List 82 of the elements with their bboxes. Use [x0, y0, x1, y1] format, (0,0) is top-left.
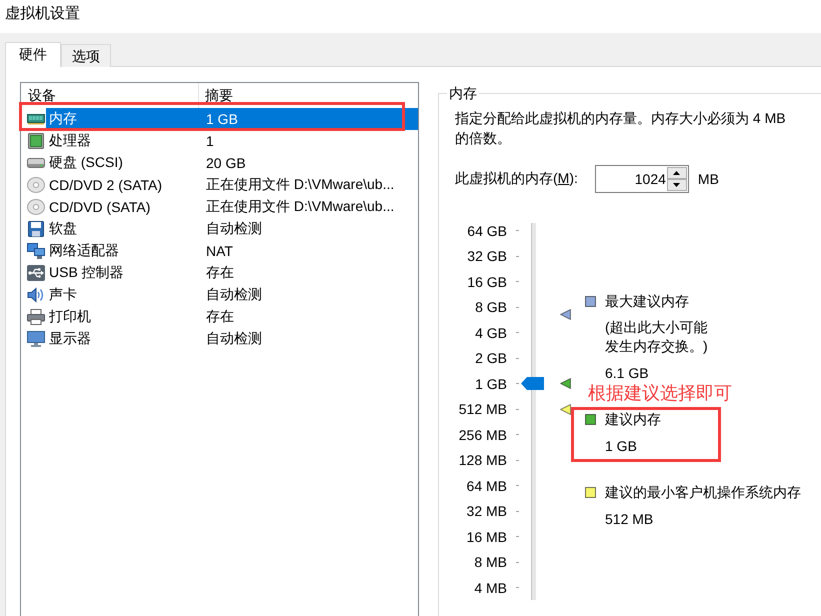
device-summary: NAT	[206, 243, 233, 259]
column-header[interactable]: 摘要	[199, 83, 418, 108]
device-summary: 自动检测	[206, 286, 262, 304]
tick-mark	[516, 306, 519, 308]
group-title: 内存	[448, 84, 478, 102]
device-summary: 正在使用文件 D:\VMware\ub...	[206, 176, 394, 194]
disc-icon	[27, 177, 45, 193]
tab[interactable]: 选项	[61, 44, 111, 67]
device-name: 声卡	[49, 286, 78, 304]
window-title: 虚拟机设置	[5, 4, 80, 24]
scale-label: 32 MB	[466, 503, 507, 520]
device-summary: 自动检测	[206, 330, 262, 348]
device-summary: 20 GB	[206, 155, 246, 171]
legend-label: 建议的最小客户机操作系统内存	[605, 483, 801, 502]
monitor-icon	[27, 331, 45, 347]
memory-chip-icon	[27, 111, 45, 127]
device-summary: 正在使用文件 D:\VMware\ub...	[206, 198, 394, 216]
device-name: 内存	[49, 110, 78, 128]
device-summary: 1 GB	[206, 111, 238, 127]
scale-label: 1 GB	[475, 376, 507, 392]
tick-mark	[516, 562, 519, 563]
device-summary: 存在	[206, 264, 234, 282]
column-header[interactable]: 设备	[21, 83, 199, 108]
legend-label: 建议内存	[605, 410, 661, 429]
device-name: CD/DVD 2 (SATA)	[49, 177, 164, 193]
scale-label: 512 MB	[458, 401, 507, 418]
scale-label: 2 GB	[475, 350, 507, 366]
scale-label: 8 GB	[475, 299, 507, 316]
scale-label: 4 GB	[475, 324, 507, 341]
legend-note: (超出此大小可能发生内存交换。)	[605, 318, 709, 356]
device-summary: 存在	[206, 308, 234, 326]
device-name: CD/DVD (SATA)	[49, 199, 152, 215]
device-row[interactable]: CD/DVD (SATA) 正在使用文件 D:\VMware\ub...	[21, 196, 418, 218]
disc-icon	[27, 199, 45, 215]
memory-size-label: 此虚拟机的内存(M):	[455, 170, 578, 188]
speaker-icon	[27, 287, 45, 303]
tick-mark	[516, 510, 519, 512]
tick-mark	[516, 460, 519, 461]
device-name: 硬盘 (SCSI)	[49, 154, 124, 172]
description-text: 指定分配给此虚拟机的内存量。内存大小必须为 4 MB 的倍数。	[455, 109, 787, 148]
device-summary: 1	[206, 133, 214, 149]
device-row[interactable]: CD/DVD 2 (SATA) 正在使用文件 D:\VMware\ub...	[21, 174, 418, 196]
slider-thumb[interactable]	[521, 377, 544, 390]
device-name: 打印机	[49, 308, 92, 326]
device-row[interactable]: 声卡 自动检测	[21, 284, 418, 306]
annotation-text: 根据建议选择即可	[588, 382, 732, 404]
device-row[interactable]: 硬盘 (SCSI) 20 GB	[21, 152, 418, 174]
scale-label: 256 MB	[458, 426, 507, 443]
legend-value: 512 MB	[605, 510, 654, 529]
device-name: USB 控制器	[49, 264, 125, 282]
legend-label: 最大建议内存	[605, 292, 689, 311]
device-row[interactable]: 显示器 自动检测	[21, 328, 418, 350]
device-row[interactable]: 处理器 1	[21, 130, 418, 152]
device-row[interactable]: 软盘 自动检测	[21, 218, 418, 240]
tick-mark	[516, 408, 519, 410]
scale-label: 16 MB	[466, 528, 507, 545]
scale-label: 64 GB	[467, 222, 507, 239]
legend-value: 1 GB	[605, 437, 637, 456]
tick-mark	[516, 256, 519, 257]
network-monitors-icon	[27, 243, 45, 259]
device-row[interactable]: USB 控制器 存在	[21, 262, 418, 284]
scale-label: 64 MB	[466, 478, 507, 494]
hard-drive-icon	[27, 155, 45, 171]
device-row[interactable]: 网络适配器 NAT	[21, 240, 418, 262]
device-row[interactable]: 打印机 存在	[21, 306, 418, 328]
tick-mark	[516, 358, 519, 359]
unit-label: MB	[698, 171, 719, 187]
device-name: 显示器	[49, 330, 92, 348]
device-name: 软盘	[49, 220, 78, 238]
device-summary: 自动检测	[206, 220, 262, 238]
device-name: 处理器	[49, 132, 92, 150]
printer-icon	[27, 309, 45, 325]
usb-icon	[27, 265, 45, 281]
scale-label: 128 MB	[458, 452, 507, 468]
legend-value: 6.1 GB	[605, 364, 649, 383]
tab[interactable]: 硬件	[5, 42, 61, 67]
scale-label: 4 MB	[474, 580, 507, 596]
device-name: 网络适配器	[49, 242, 120, 260]
processor-chip-icon	[27, 133, 45, 149]
scale-label: 32 GB	[467, 248, 507, 264]
scale-label: 8 MB	[474, 554, 507, 570]
scale-label: 16 GB	[467, 274, 507, 290]
